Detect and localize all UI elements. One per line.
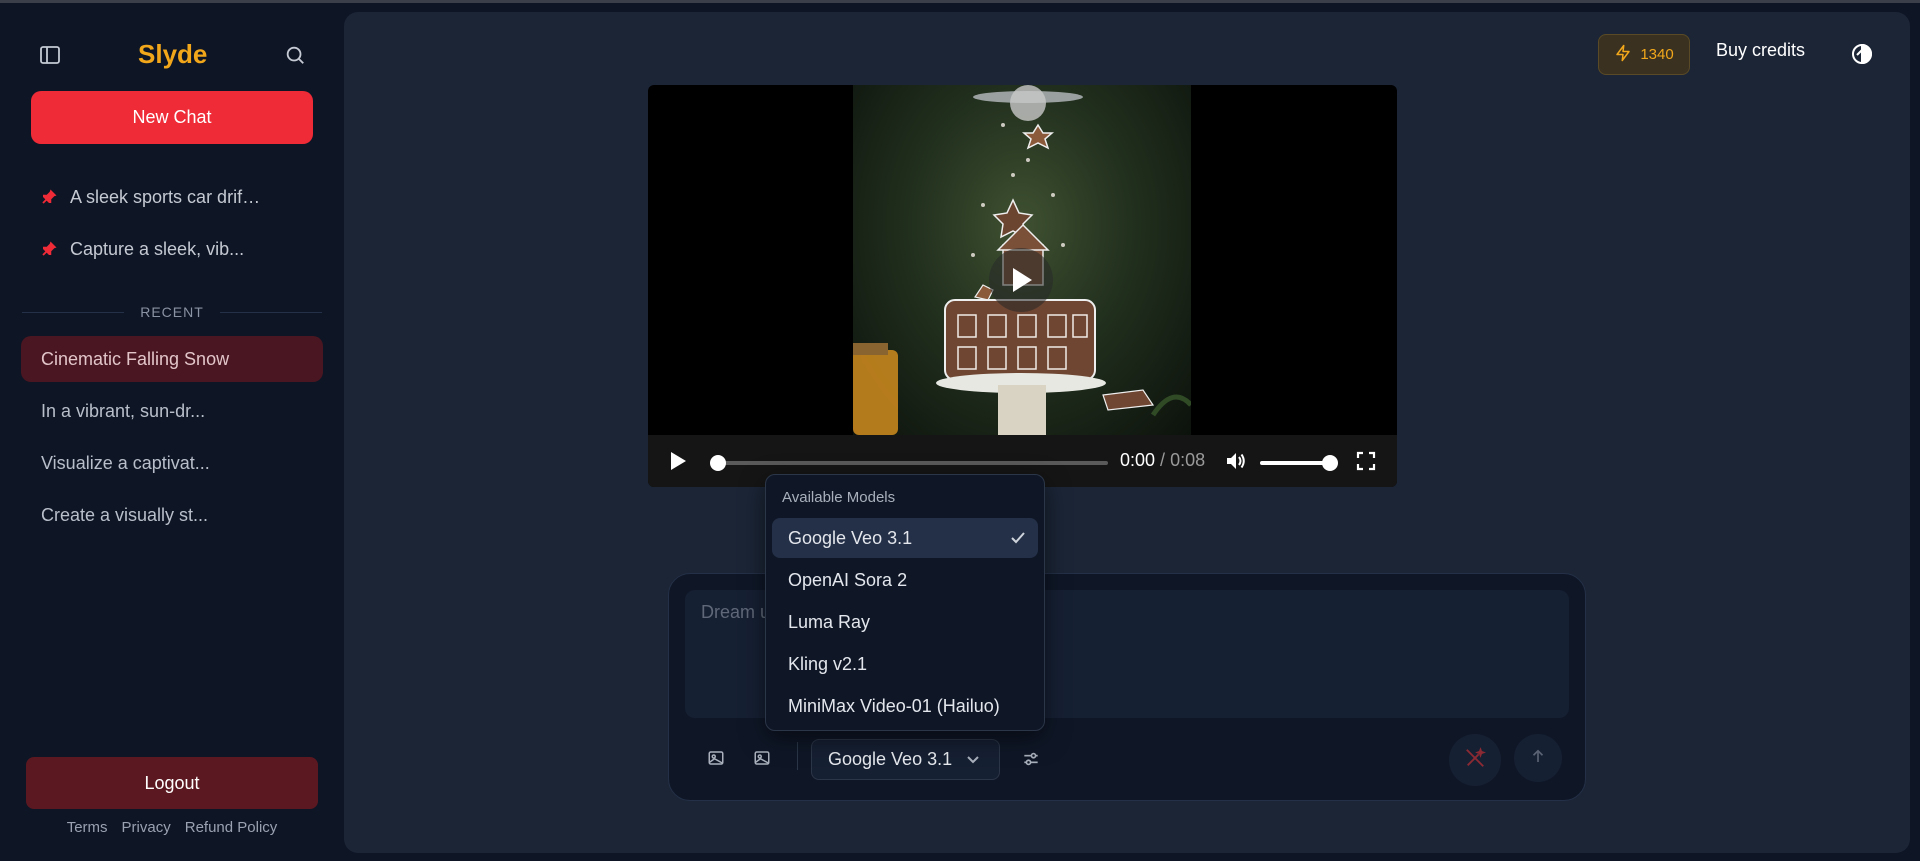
logout-button[interactable]: Logout bbox=[26, 757, 318, 809]
model-select[interactable]: Google Veo 3.1 bbox=[811, 739, 1000, 780]
footer-links: Terms Privacy Refund Policy bbox=[0, 819, 344, 836]
dropdown-title: Available Models bbox=[782, 489, 896, 506]
model-option[interactable]: OpenAI Sora 2 bbox=[772, 560, 1038, 600]
fullscreen-icon[interactable] bbox=[1354, 449, 1378, 473]
chevron-down-icon bbox=[966, 749, 980, 770]
video-player[interactable]: 0:00 / 0:08 bbox=[648, 85, 1397, 487]
divider-line bbox=[219, 311, 322, 313]
pinned-chat-label: Capture a sleek, vib... bbox=[70, 238, 245, 259]
pinned-chat-item[interactable]: A sleek sports car drif… bbox=[40, 181, 260, 213]
magic-wand-icon bbox=[1464, 746, 1486, 774]
video-time: 0:00 / 0:08 bbox=[1120, 450, 1205, 471]
sidebar-header: Slyde bbox=[0, 37, 344, 73]
recent-chat-item[interactable]: In a vibrant, sun-dr... bbox=[21, 388, 323, 434]
buy-credits-button[interactable]: Buy credits bbox=[1716, 40, 1805, 61]
model-option[interactable]: Kling v2.1 bbox=[772, 644, 1038, 684]
lightning-icon bbox=[1614, 44, 1632, 66]
sidebar-toggle-icon[interactable] bbox=[38, 42, 62, 68]
recent-section-label: RECENT bbox=[140, 304, 204, 320]
terms-link[interactable]: Terms bbox=[67, 819, 108, 836]
brand-logo[interactable]: Slyde bbox=[138, 39, 207, 70]
time-separator: / bbox=[1155, 450, 1171, 470]
divider-line bbox=[22, 311, 125, 313]
enhance-prompt-button[interactable] bbox=[1449, 734, 1501, 786]
current-time: 0:00 bbox=[1120, 450, 1156, 470]
arrow-up-icon bbox=[1529, 747, 1547, 770]
model-option[interactable]: MiniMax Video-01 (Hailuo) bbox=[772, 686, 1038, 726]
volume-slider[interactable] bbox=[1260, 461, 1330, 465]
new-chat-button[interactable]: New Chat bbox=[31, 91, 313, 144]
model-option[interactable]: Luma Ray bbox=[772, 602, 1038, 642]
toolbar-separator bbox=[797, 742, 798, 770]
play-icon[interactable] bbox=[666, 449, 690, 473]
volume-icon[interactable] bbox=[1224, 449, 1248, 473]
image-upload-icon[interactable] bbox=[700, 742, 732, 774]
play-overlay-button[interactable] bbox=[989, 248, 1053, 312]
credits-badge[interactable]: 1340 bbox=[1598, 34, 1690, 75]
theme-toggle-icon[interactable] bbox=[1850, 42, 1874, 66]
model-option-label: Google Veo 3.1 bbox=[788, 527, 913, 548]
pinned-chat-item[interactable]: Capture a sleek, vib... bbox=[40, 233, 244, 265]
pin-icon bbox=[40, 240, 58, 258]
refund-policy-link[interactable]: Refund Policy bbox=[185, 819, 278, 836]
credits-count: 1340 bbox=[1640, 46, 1674, 63]
checkmark-icon bbox=[1008, 528, 1028, 548]
model-dropdown: Available Models Google Veo 3.1 OpenAI S… bbox=[765, 474, 1045, 731]
settings-sliders-icon[interactable] bbox=[1015, 743, 1047, 775]
send-button[interactable] bbox=[1514, 734, 1562, 782]
reference-image-icon[interactable] bbox=[746, 742, 778, 774]
model-option[interactable]: Google Veo 3.1 bbox=[772, 518, 1038, 558]
sidebar: Slyde New Chat A sleek sports car drif… … bbox=[0, 3, 344, 861]
video-progress-knob[interactable] bbox=[710, 455, 726, 471]
video-progress-bar[interactable] bbox=[718, 461, 1108, 465]
recent-chat-item[interactable]: Visualize a captivat... bbox=[21, 440, 323, 486]
volume-knob[interactable] bbox=[1322, 455, 1338, 471]
recent-divider: RECENT bbox=[22, 304, 322, 320]
search-icon[interactable] bbox=[282, 42, 308, 68]
recent-chat-item[interactable]: Create a visually st... bbox=[21, 492, 323, 538]
recent-chat-item[interactable]: Cinematic Falling Snow bbox=[21, 336, 323, 382]
pin-icon bbox=[40, 188, 58, 206]
privacy-link[interactable]: Privacy bbox=[122, 819, 171, 836]
video-duration: 0:08 bbox=[1170, 450, 1206, 470]
model-select-value: Google Veo 3.1 bbox=[828, 749, 953, 769]
pinned-chat-label: A sleek sports car drif… bbox=[70, 186, 261, 207]
